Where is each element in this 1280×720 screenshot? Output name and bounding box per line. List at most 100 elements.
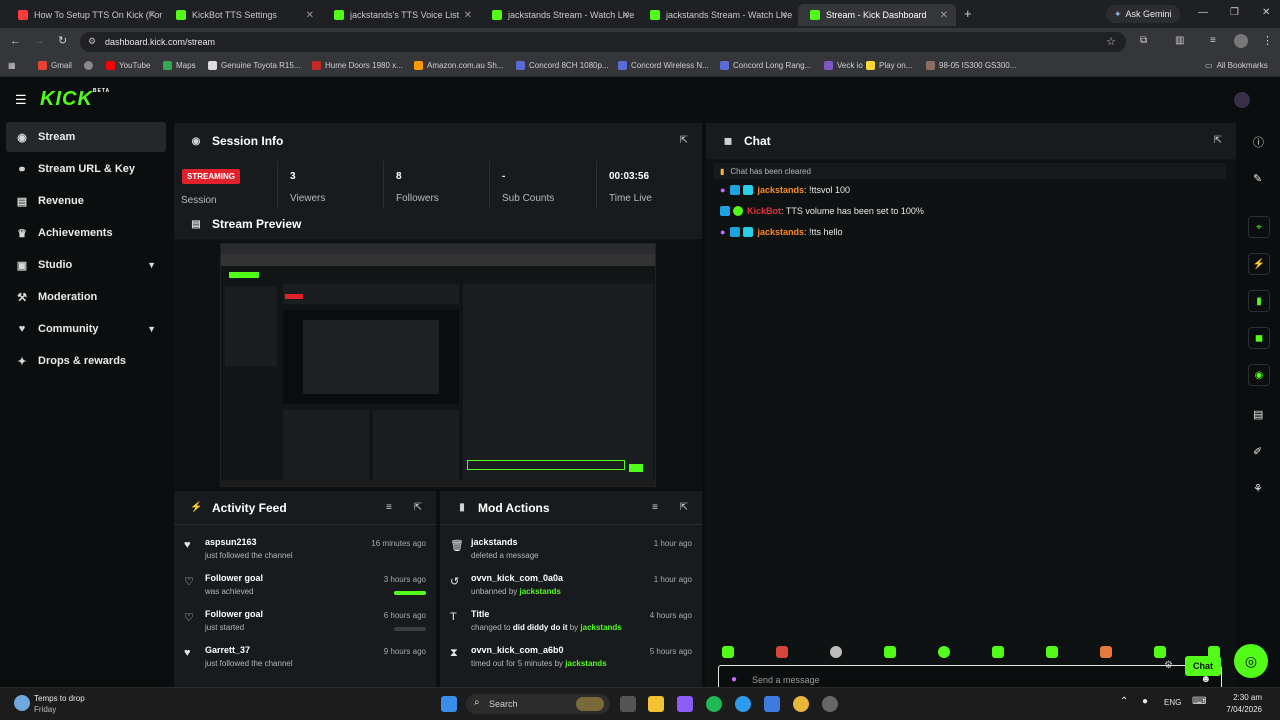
- tray-clock-time[interactable]: 2:30 am: [1212, 693, 1262, 702]
- media-icon[interactable]: ≡: [1210, 35, 1216, 46]
- site-info-icon[interactable]: ⚙: [88, 36, 96, 47]
- browser-tab[interactable]: KickBot TTS Settings ✕: [164, 4, 322, 26]
- tray-chevron-up-icon[interactable]: ⌃: [1120, 696, 1128, 707]
- browser-tab[interactable]: jackstands Stream - Watch Live ✕: [480, 4, 638, 26]
- ask-gemini-button[interactable]: ✦ Ask Gemini: [1106, 5, 1180, 23]
- browser-tab[interactable]: How To Setup TTS On Kick (For ✕: [6, 4, 164, 26]
- close-tab-icon[interactable]: ✕: [464, 10, 472, 21]
- emote-icon[interactable]: [830, 646, 842, 658]
- hamburger-menu-icon[interactable]: ☰: [15, 92, 27, 108]
- bookmark-star-icon[interactable]: ☆: [1106, 35, 1116, 48]
- moderator-username[interactable]: jackstands: [565, 659, 606, 668]
- chat-send-button[interactable]: Chat: [1185, 656, 1221, 676]
- bookmark-globe[interactable]: [84, 61, 97, 70]
- bookmark-gmail[interactable]: Gmail: [38, 61, 72, 70]
- user-avatar[interactable]: [1234, 92, 1250, 108]
- info-icon[interactable]: ⓘ: [1253, 134, 1264, 150]
- sidebar-item-achievements[interactable]: ♛ Achievements: [6, 218, 166, 248]
- tray-clock-date[interactable]: 7/04/2026: [1212, 705, 1262, 714]
- reload-icon[interactable]: ↻: [58, 34, 67, 47]
- bookmark-toyota[interactable]: Genuine Toyota R15...: [208, 61, 300, 70]
- close-tab-icon[interactable]: ✕: [780, 10, 788, 21]
- apps-grid-icon[interactable]: ▦: [8, 61, 16, 70]
- chat-username[interactable]: KickBot: [747, 206, 781, 216]
- tray-network-icon[interactable]: ⌨: [1192, 696, 1206, 707]
- bookmark-play[interactable]: Play on...: [866, 61, 912, 70]
- sidebar-item-stream[interactable]: ◉ Stream: [6, 122, 166, 152]
- filter-icon[interactable]: ≡: [652, 502, 658, 513]
- file-explorer-icon[interactable]: [648, 696, 664, 712]
- minimize-window-icon[interactable]: —: [1198, 7, 1208, 18]
- bookmark-youtube[interactable]: YouTube: [106, 61, 150, 70]
- restore-window-icon[interactable]: ❐: [1230, 7, 1239, 18]
- bookmark-amazon[interactable]: Amazon.com.au Sh...: [414, 61, 503, 70]
- chrome-icon[interactable]: [793, 696, 809, 712]
- browser-tab[interactable]: jackstands Stream - Watch Live ✕: [638, 4, 796, 26]
- close-tab-icon[interactable]: ✕: [306, 10, 314, 21]
- all-bookmarks[interactable]: ▭ All Bookmarks: [1205, 61, 1268, 70]
- emote-icon[interactable]: [776, 646, 788, 658]
- new-tab-button[interactable]: +: [964, 6, 972, 21]
- emote-icon[interactable]: [1046, 646, 1058, 658]
- close-tab-icon[interactable]: ✕: [940, 10, 948, 21]
- browser-menu-icon[interactable]: ⋮: [1262, 34, 1273, 47]
- bookmark-hume[interactable]: Hume Doors 1980 x...: [312, 61, 403, 70]
- chat-username[interactable]: jackstands: [757, 185, 804, 195]
- popout-icon[interactable]: ⇱: [1214, 135, 1222, 146]
- rail-wrench-icon[interactable]: ✐: [1253, 445, 1262, 458]
- task-view-icon[interactable]: [620, 696, 636, 712]
- bookmark-is300[interactable]: 98-05 IS300 GS300...: [926, 61, 1016, 70]
- url-bar[interactable]: ⚙ dashboard.kick.com/stream ☆: [80, 32, 1126, 52]
- taskbar-search[interactable]: ⌕ Search: [466, 694, 610, 714]
- rail-broadcast-icon[interactable]: ◉: [1248, 364, 1270, 386]
- rail-target-icon[interactable]: ⌖: [1248, 216, 1270, 238]
- bookmark-maps[interactable]: Maps: [163, 61, 196, 70]
- browser-tab[interactable]: jackstands's TTS Voice List | Kick ✕: [322, 4, 480, 26]
- sidebar-item-drops-rewards[interactable]: ✦ Drops & rewards: [6, 346, 166, 376]
- settings-app-icon[interactable]: [822, 696, 838, 712]
- sidebar-item-community[interactable]: ♥ Community ▼: [6, 314, 166, 344]
- back-arrow-icon[interactable]: ←: [10, 35, 21, 47]
- bookmark-concord-2[interactable]: Concord Wireless N...: [618, 61, 709, 70]
- weather-subtext[interactable]: Friday: [34, 705, 56, 714]
- sidebar-item-revenue[interactable]: ▤ Revenue: [6, 186, 166, 216]
- emote-icon[interactable]: [1100, 646, 1112, 658]
- moderator-username[interactable]: jackstands: [580, 623, 621, 632]
- edit-pencil-icon[interactable]: ✎: [1253, 172, 1262, 185]
- popout-icon[interactable]: ⇱: [680, 502, 688, 513]
- emote-icon[interactable]: [1154, 646, 1166, 658]
- close-tab-icon[interactable]: ✕: [148, 10, 156, 21]
- bookmark-concord-1[interactable]: Concord 8CH 1080p...: [516, 61, 609, 70]
- popout-icon[interactable]: ⇱: [680, 135, 688, 146]
- help-headset-icon[interactable]: ◎: [1234, 644, 1268, 678]
- chat-username[interactable]: jackstands: [757, 227, 804, 237]
- copilot-icon[interactable]: [677, 696, 693, 712]
- emote-icon[interactable]: [938, 646, 950, 658]
- emote-icon[interactable]: [722, 646, 734, 658]
- microphone-icon[interactable]: ●: [731, 674, 737, 685]
- extensions-icon[interactable]: ⧉: [1140, 35, 1147, 46]
- sidebar-item-stream-url-key[interactable]: ⚭ Stream URL & Key: [6, 154, 166, 184]
- tray-microphone-icon[interactable]: ●: [1142, 696, 1148, 707]
- bookmark-veck[interactable]: Veck io: [824, 61, 863, 70]
- rail-chat-icon[interactable]: ◼: [1248, 327, 1270, 349]
- chevron-down-icon[interactable]: ▼: [147, 324, 156, 334]
- store-icon[interactable]: [764, 696, 780, 712]
- popout-icon[interactable]: ⇱: [414, 502, 422, 513]
- spotify-icon[interactable]: [706, 696, 722, 712]
- moderator-username[interactable]: jackstands: [520, 587, 561, 596]
- rail-note-icon[interactable]: ▮: [1248, 290, 1270, 312]
- emote-icon[interactable]: [884, 646, 896, 658]
- rail-bolt-icon[interactable]: ⚡: [1248, 253, 1270, 275]
- bookmark-concord-3[interactable]: Concord Long Rang...: [720, 61, 811, 70]
- emote-icon[interactable]: [992, 646, 1004, 658]
- sidebar-item-studio[interactable]: ▣ Studio ▼: [6, 250, 166, 280]
- weather-text[interactable]: Temps to drop: [34, 694, 85, 703]
- browser-tab-active[interactable]: Stream - Kick Dashboard ✕: [798, 4, 956, 26]
- edge-icon[interactable]: [735, 696, 751, 712]
- weather-icon[interactable]: [14, 695, 30, 711]
- rail-share-icon[interactable]: ⚘: [1253, 482, 1263, 495]
- url-text[interactable]: dashboard.kick.com/stream: [105, 37, 215, 47]
- close-tab-icon[interactable]: ✕: [622, 10, 630, 21]
- chevron-down-icon[interactable]: ▼: [147, 260, 156, 270]
